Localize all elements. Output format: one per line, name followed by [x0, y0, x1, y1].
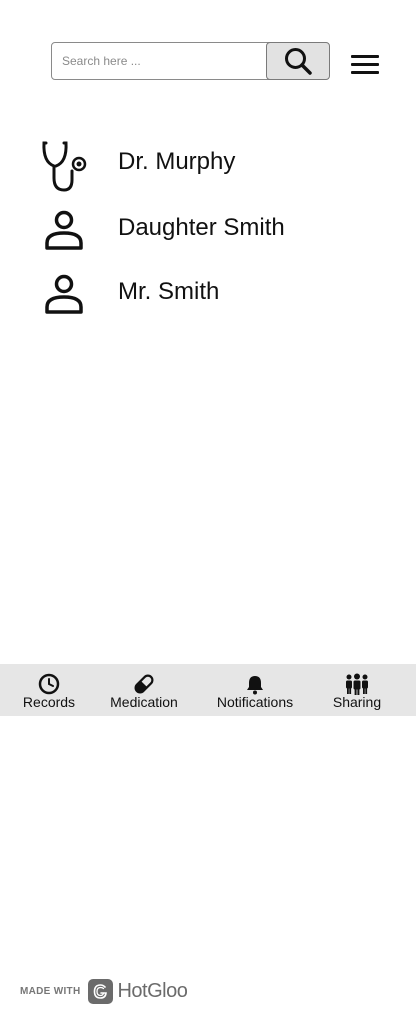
tab-records[interactable]: Records [10, 664, 88, 716]
search-bar [51, 42, 330, 80]
search-input[interactable] [52, 43, 266, 79]
made-with-label: MADE WITH [20, 985, 81, 997]
person-icon [45, 210, 83, 250]
contact-item[interactable]: Dr. Murphy [0, 140, 416, 196]
menu-button[interactable] [351, 55, 379, 75]
tab-notifications[interactable]: Notifications [205, 664, 305, 716]
hotgloo-brand: HotGloo [117, 979, 188, 1002]
group-icon [346, 673, 368, 695]
hotgloo-logo-icon [88, 978, 114, 1004]
stethoscope-icon [42, 141, 87, 192]
bell-icon [247, 676, 263, 695]
clock-icon [38, 673, 60, 695]
hamburger-line [351, 55, 379, 58]
contact-item[interactable]: Daughter Smith [0, 206, 416, 262]
tab-label: Records [22, 694, 76, 710]
tab-label: Medication [110, 694, 178, 710]
search-button[interactable] [266, 42, 330, 80]
tab-label: Sharing [332, 694, 382, 710]
bottom-tab-bar: Records Medication Notifications Sharing [0, 664, 416, 716]
person-icon [45, 274, 83, 314]
contact-name: Mr. Smith [118, 278, 220, 305]
hamburger-line [351, 71, 379, 74]
tab-medication[interactable]: Medication [98, 664, 190, 716]
hamburger-line [351, 63, 379, 66]
contact-name: Daughter Smith [118, 214, 285, 241]
pill-icon [134, 674, 154, 694]
tab-sharing[interactable]: Sharing [320, 664, 394, 716]
contact-item[interactable]: Mr. Smith [0, 270, 416, 326]
search-icon [285, 48, 312, 75]
contact-name: Dr. Murphy [118, 148, 236, 175]
tab-label: Notifications [216, 694, 294, 710]
made-with-hotgloo-badge[interactable]: MADE WITH HotGloo [20, 978, 188, 1004]
